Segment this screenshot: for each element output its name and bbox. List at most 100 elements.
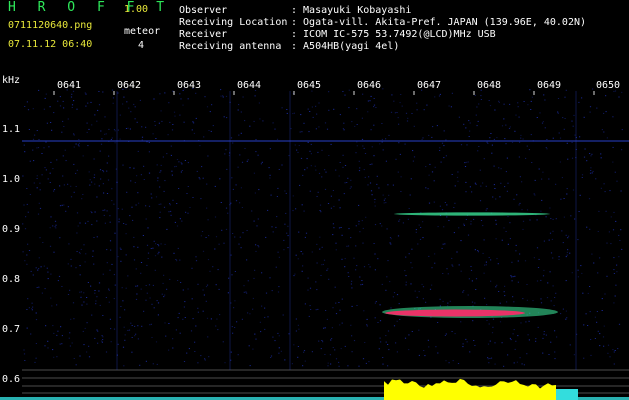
- noise-dot: [194, 341, 196, 343]
- noise-dot: [389, 237, 392, 238]
- noise-dot: [220, 202, 222, 203]
- noise-dot: [284, 190, 286, 192]
- noise-dot: [113, 203, 115, 205]
- noise-dot: [87, 102, 89, 104]
- noise-dot: [350, 237, 352, 239]
- noise-dot: [31, 308, 33, 310]
- noise-dot: [374, 198, 376, 200]
- noise-dot: [557, 111, 559, 113]
- noise-dot: [415, 231, 417, 233]
- noise-dot: [307, 108, 309, 110]
- noise-dot: [469, 130, 471, 132]
- noise-dot: [191, 298, 193, 300]
- noise-dot: [506, 157, 508, 159]
- noise-dot: [195, 92, 197, 94]
- noise-dot: [95, 303, 97, 305]
- noise-dot: [503, 227, 505, 229]
- noise-dot: [537, 267, 540, 268]
- noise-dot: [610, 243, 612, 245]
- noise-dot: [137, 338, 139, 340]
- noise-dot: [364, 176, 366, 178]
- noise-dot: [583, 116, 585, 118]
- noise-dot: [334, 286, 336, 288]
- noise-dot: [139, 99, 141, 101]
- noise-dot: [477, 250, 479, 251]
- noise-dot: [94, 337, 96, 339]
- noise-dot: [277, 332, 279, 334]
- noise-dot: [476, 125, 478, 127]
- noise-dot: [418, 224, 420, 226]
- noise-dot: [184, 317, 186, 318]
- noise-dot: [539, 112, 541, 114]
- noise-dot: [417, 243, 419, 245]
- noise-dot: [359, 231, 361, 233]
- noise-dot: [382, 357, 384, 358]
- noise-dot: [143, 310, 145, 312]
- noise-dot: [26, 203, 28, 205]
- noise-dot: [28, 250, 31, 251]
- noise-dot: [146, 264, 148, 266]
- noise-dot: [311, 351, 313, 353]
- noise-dot: [506, 190, 508, 192]
- noise-dot: [283, 249, 285, 251]
- noise-dot: [536, 280, 539, 282]
- noise-dot: [209, 270, 211, 272]
- noise-dot: [316, 289, 318, 291]
- noise-dot: [177, 317, 179, 319]
- noise-dot: [614, 90, 617, 92]
- noise-dot: [366, 325, 368, 327]
- noise-dot: [618, 96, 620, 98]
- noise-dot: [597, 231, 599, 232]
- noise-dot: [528, 320, 530, 322]
- noise-dot: [192, 88, 194, 89]
- noise-dot: [520, 322, 522, 324]
- noise-dot: [571, 272, 573, 274]
- noise-dot: [486, 208, 488, 210]
- noise-dot: [377, 258, 379, 260]
- noise-dot: [362, 358, 365, 360]
- noise-dot: [159, 186, 161, 188]
- noise-dot: [506, 301, 508, 303]
- noise-dot: [230, 137, 233, 139]
- noise-dot: [438, 95, 441, 97]
- noise-dot: [550, 218, 552, 219]
- noise-dot: [616, 180, 618, 182]
- noise-dot: [617, 348, 619, 350]
- noise-dot: [325, 310, 327, 311]
- noise-dot: [242, 232, 244, 234]
- noise-dot: [351, 121, 353, 123]
- noise-dot: [156, 164, 158, 166]
- noise-dot: [91, 314, 93, 316]
- noise-dot: [303, 210, 305, 212]
- noise-dot: [399, 102, 401, 104]
- noise-dot: [108, 301, 110, 303]
- noise-dot: [493, 165, 495, 167]
- noise-dot: [119, 138, 121, 140]
- noise-dot: [601, 129, 603, 131]
- noise-dot: [151, 303, 153, 305]
- noise-dot: [90, 101, 92, 103]
- noise-dot: [100, 130, 102, 132]
- noise-dot: [523, 101, 525, 102]
- noise-dot: [202, 177, 204, 179]
- noise-dot: [458, 227, 460, 229]
- noise-dot: [32, 108, 34, 110]
- noise-dot: [202, 289, 204, 291]
- noise-dot: [334, 349, 336, 351]
- noise-dot: [399, 219, 401, 221]
- noise-dot: [184, 301, 186, 303]
- noise-dot: [590, 170, 592, 171]
- noise-dot: [146, 244, 149, 246]
- noise-dot: [62, 175, 64, 177]
- noise-dot: [483, 239, 485, 241]
- noise-dot: [68, 243, 70, 245]
- noise-dot: [303, 122, 305, 124]
- noise-dot: [567, 237, 569, 239]
- noise-dot: [603, 112, 605, 114]
- noise-dot: [606, 242, 608, 244]
- noise-dot: [278, 335, 280, 337]
- noise-dot: [73, 146, 75, 148]
- noise-dot: [175, 165, 177, 167]
- noise-dot: [157, 244, 159, 245]
- noise-dot: [113, 328, 116, 330]
